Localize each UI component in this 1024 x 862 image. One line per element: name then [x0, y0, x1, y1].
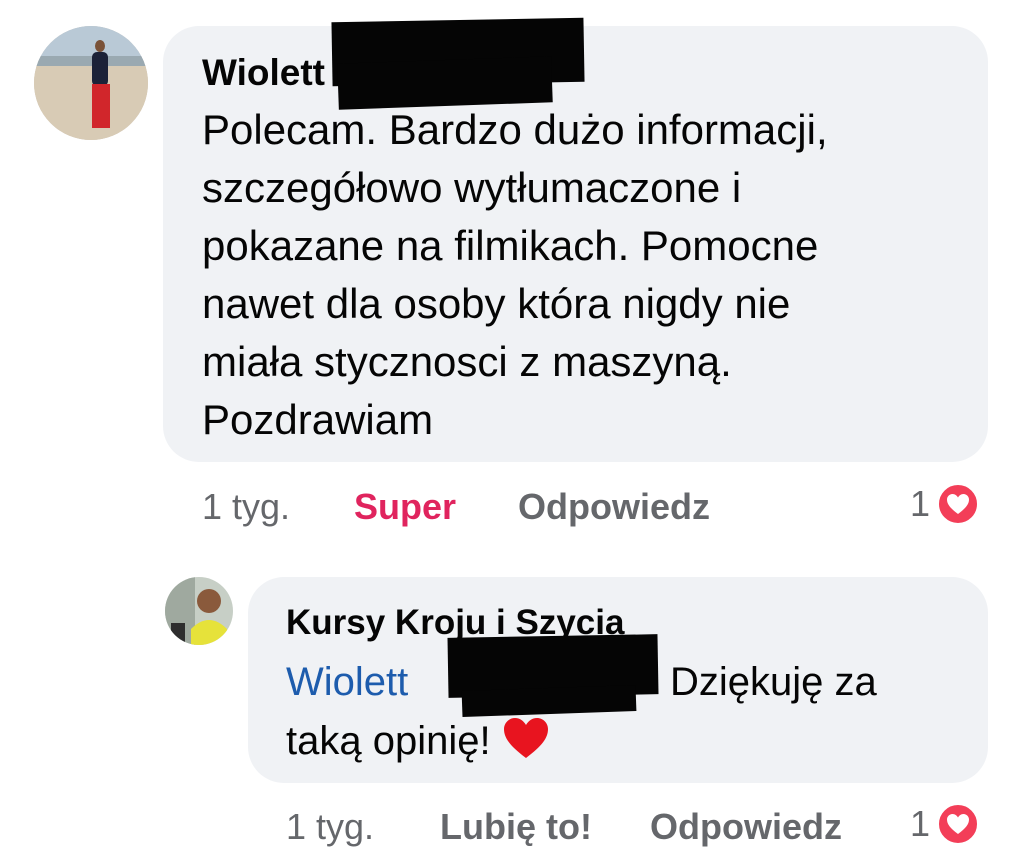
reaction-button[interactable]: Super: [354, 486, 456, 528]
page-avatar[interactable]: [165, 577, 233, 645]
reply-button[interactable]: Odpowiedz: [650, 806, 842, 848]
reply-timestamp[interactable]: 1 tyg.: [286, 806, 374, 848]
reaction-summary[interactable]: 1: [910, 802, 981, 846]
commenter-photo: [34, 26, 148, 140]
reaction-count: 1: [910, 483, 931, 524]
reply-text-line2: taką opinię!: [286, 716, 550, 764]
comment-text-line: Pozdrawiam: [202, 396, 434, 443]
red-heart-emoji: [503, 718, 548, 758]
comment-text-line: pokazane na filmikach. Pomocne: [202, 222, 819, 269]
comment-text-line: miała stycznosci z maszyną.: [202, 338, 732, 385]
commenter-avatar[interactable]: [34, 26, 148, 140]
page-photo: [165, 577, 233, 645]
mention-link[interactable]: Wiolett: [286, 660, 408, 705]
comment-text-line: szczegółowo wytłumaczone i: [202, 164, 742, 211]
comment-timestamp[interactable]: 1 tyg.: [202, 486, 290, 528]
love-reaction-icon: [936, 802, 981, 846]
reaction-summary[interactable]: 1: [910, 482, 981, 526]
reply-text: taką opinię!: [286, 719, 491, 763]
reply-button[interactable]: Odpowiedz: [518, 486, 710, 528]
redaction-bar: [337, 56, 553, 110]
reply-text: Dziękuję za: [670, 660, 877, 704]
like-button[interactable]: Lubię to!: [440, 806, 592, 848]
reaction-count: 1: [910, 803, 931, 844]
comment-text-line: Polecam. Bardzo dużo informacji,: [202, 106, 828, 153]
comment-author-name[interactable]: Wiolett: [202, 52, 325, 94]
love-reaction-icon: [936, 482, 981, 526]
comment-text-line: nawet dla osoby która nigdy nie: [202, 280, 791, 327]
